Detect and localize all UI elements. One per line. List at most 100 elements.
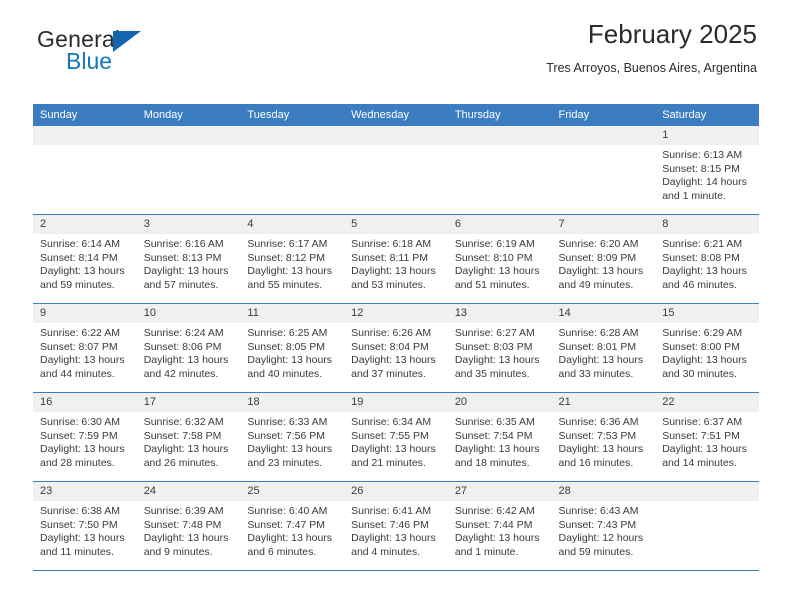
calendar-day-cell[interactable]: 24 Sunrise: 6:39 AM Sunset: 7:48 PM Dayligh… <box>136 481 241 571</box>
calendar-day-cell-empty <box>33 126 137 215</box>
calendar-day-cell[interactable]: 22 Sunrise: 6:37 AM Sunset: 7:51 PM Dayligh… <box>655 392 759 482</box>
calendar-day-cell[interactable]: 21 Sunrise: 6:36 AM Sunset: 7:53 PM Dayligh… <box>551 392 656 482</box>
daylight-text-line1: Daylight: 13 hours <box>143 354 229 367</box>
daylight-text-line1: Daylight: 13 hours <box>454 354 540 367</box>
day-cell-inner <box>240 126 345 214</box>
calendar-day-cell[interactable]: 23 Sunrise: 6:38 AM Sunset: 7:50 PM Dayligh… <box>33 481 137 571</box>
calendar-day-cell[interactable]: 16 Sunrise: 6:30 AM Sunset: 7:59 PM Dayligh… <box>33 392 137 482</box>
sunrise-text: Sunrise: 6:13 AM <box>662 149 743 161</box>
calendar-day-cell[interactable]: 1 Sunrise: 6:13 AM Sunset: 8:15 PM Daylight… <box>655 126 759 215</box>
day-cell-inner: 5 Sunrise: 6:18 AM Sunset: 8:11 PM Daylight… <box>344 215 448 303</box>
calendar-day-cell[interactable]: 27 Sunrise: 6:42 AM Sunset: 7:44 PM Dayligh… <box>447 481 552 571</box>
weekday-header-monday: Monday <box>136 104 241 126</box>
calendar-day-cell[interactable]: 10 Sunrise: 6:24 AM Sunset: 8:06 PM Dayligh… <box>136 303 241 393</box>
calendar-day-cell[interactable]: 9 Sunrise: 6:22 AM Sunset: 8:07 PM Daylight… <box>33 303 137 393</box>
day-number: 7 <box>551 215 656 234</box>
day-number: 24 <box>136 482 241 501</box>
sunrise-text: Sunrise: 6:42 AM <box>454 505 535 517</box>
day-details: Sunrise: 6:43 AM Sunset: 7:43 PM Daylight:… <box>552 501 656 559</box>
calendar-day-cell[interactable]: 7 Sunrise: 6:20 AM Sunset: 8:09 PM Daylight… <box>551 214 656 304</box>
calendar-day-cell[interactable]: 2 Sunrise: 6:14 AM Sunset: 8:14 PM Daylight… <box>33 214 137 304</box>
day-details: Sunrise: 6:37 AM Sunset: 7:51 PM Daylight:… <box>655 412 759 470</box>
day-cell-inner: 12 Sunrise: 6:26 AM Sunset: 8:04 PM Dayligh… <box>344 304 448 392</box>
calendar-day-cell[interactable]: 12 Sunrise: 6:26 AM Sunset: 8:04 PM Dayligh… <box>344 303 448 393</box>
day-cell-inner <box>447 126 552 214</box>
sunrise-text: Sunrise: 6:43 AM <box>558 505 639 517</box>
sunrise-text: Sunrise: 6:29 AM <box>662 327 743 339</box>
sunrise-text: Sunrise: 6:17 AM <box>247 238 328 250</box>
sunrise-text: Sunrise: 6:16 AM <box>143 238 224 250</box>
sunset-text: Sunset: 7:44 PM <box>454 518 533 531</box>
calendar-day-cell[interactable]: 26 Sunrise: 6:41 AM Sunset: 7:46 PM Dayligh… <box>344 481 448 571</box>
daylight-text-line2: and 4 minutes. <box>351 545 420 558</box>
calendar-day-cell[interactable]: 14 Sunrise: 6:28 AM Sunset: 8:01 PM Dayligh… <box>551 303 656 393</box>
daylight-text-line2: and 42 minutes. <box>143 367 219 380</box>
sunset-text: Sunset: 7:58 PM <box>143 429 222 442</box>
calendar-day-cell[interactable]: 28 Sunrise: 6:43 AM Sunset: 7:43 PM Dayligh… <box>551 481 656 571</box>
calendar-day-cell[interactable]: 5 Sunrise: 6:18 AM Sunset: 8:11 PM Daylight… <box>344 214 448 304</box>
daylight-text-line1: Daylight: 13 hours <box>143 443 229 456</box>
day-details: Sunrise: 6:29 AM Sunset: 8:00 PM Daylight:… <box>655 323 759 381</box>
calendar-day-cell[interactable]: 4 Sunrise: 6:17 AM Sunset: 8:12 PM Daylight… <box>240 214 345 304</box>
day-cell-inner: 24 Sunrise: 6:39 AM Sunset: 7:48 PM Dayligh… <box>136 482 241 570</box>
day-number: 25 <box>240 482 345 501</box>
sunset-text: Sunset: 8:11 PM <box>351 251 428 264</box>
sunrise-text: Sunrise: 6:36 AM <box>558 416 639 428</box>
daylight-text-line1: Daylight: 13 hours <box>662 443 747 456</box>
day-details: Sunrise: 6:40 AM Sunset: 7:47 PM Daylight:… <box>240 501 344 559</box>
daylight-text-line1: Daylight: 13 hours <box>454 443 540 456</box>
day-details: Sunrise: 6:26 AM Sunset: 8:04 PM Daylight:… <box>344 323 448 381</box>
daylight-text-line1: Daylight: 13 hours <box>143 265 229 278</box>
daylight-text-line2: and 9 minutes. <box>143 545 213 558</box>
day-details: Sunrise: 6:27 AM Sunset: 8:03 PM Daylight:… <box>448 323 552 381</box>
calendar-day-cell-empty <box>240 126 345 215</box>
calendar-day-cell[interactable]: 25 Sunrise: 6:40 AM Sunset: 7:47 PM Dayligh… <box>240 481 345 571</box>
daylight-text-line2: and 26 minutes. <box>143 456 219 469</box>
day-details: Sunrise: 6:19 AM Sunset: 8:10 PM Daylight:… <box>448 234 552 292</box>
day-number: 8 <box>655 215 759 234</box>
daylight-text-line2: and 49 minutes. <box>558 278 634 291</box>
daylight-text-line2: and 33 minutes. <box>558 367 634 380</box>
weekday-header-wednesday: Wednesday <box>344 104 448 126</box>
sunrise-text: Sunrise: 6:28 AM <box>558 327 639 339</box>
day-details: Sunrise: 6:21 AM Sunset: 8:08 PM Daylight:… <box>655 234 759 292</box>
calendar-day-cell[interactable]: 19 Sunrise: 6:34 AM Sunset: 7:55 PM Dayligh… <box>344 392 448 482</box>
calendar-day-cell[interactable]: 20 Sunrise: 6:35 AM Sunset: 7:54 PM Dayligh… <box>447 392 552 482</box>
day-number: 15 <box>655 304 759 323</box>
calendar-day-cell[interactable]: 11 Sunrise: 6:25 AM Sunset: 8:05 PM Dayligh… <box>240 303 345 393</box>
daylight-text-line1: Daylight: 13 hours <box>247 354 333 367</box>
sunrise-text: Sunrise: 6:25 AM <box>247 327 328 339</box>
day-number <box>447 126 552 145</box>
day-details: Sunrise: 6:13 AM Sunset: 8:15 PM Daylight:… <box>655 145 759 203</box>
day-details: Sunrise: 6:28 AM Sunset: 8:01 PM Daylight:… <box>552 323 656 381</box>
calendar-page: General Blue February 2025 Tres Arroyos,… <box>0 0 792 612</box>
weekday-header-friday: Friday <box>551 104 656 126</box>
calendar-day-cell[interactable]: 13 Sunrise: 6:27 AM Sunset: 8:03 PM Dayligh… <box>447 303 552 393</box>
day-cell-inner: 8 Sunrise: 6:21 AM Sunset: 8:08 PM Daylight… <box>655 215 759 303</box>
day-number: 10 <box>136 304 241 323</box>
weekday-header-thursday: Thursday <box>447 104 552 126</box>
day-number <box>136 126 241 145</box>
sunrise-text: Sunrise: 6:33 AM <box>247 416 328 428</box>
calendar-day-cell[interactable]: 3 Sunrise: 6:16 AM Sunset: 8:13 PM Daylight… <box>136 214 241 304</box>
brand-logo[interactable]: General Blue <box>37 27 267 81</box>
sunrise-text: Sunrise: 6:24 AM <box>143 327 224 339</box>
day-cell-inner: 14 Sunrise: 6:28 AM Sunset: 8:01 PM Dayligh… <box>551 304 656 392</box>
day-details: Sunrise: 6:36 AM Sunset: 7:53 PM Daylight:… <box>552 412 656 470</box>
sunrise-text: Sunrise: 6:19 AM <box>454 238 535 250</box>
sunset-text: Sunset: 7:51 PM <box>662 429 740 442</box>
daylight-text-line1: Daylight: 14 hours <box>662 176 747 189</box>
calendar-day-cell[interactable]: 6 Sunrise: 6:19 AM Sunset: 8:10 PM Daylight… <box>447 214 552 304</box>
sunset-text: Sunset: 8:13 PM <box>143 251 222 264</box>
calendar-day-cell[interactable]: 18 Sunrise: 6:33 AM Sunset: 7:56 PM Dayligh… <box>240 392 345 482</box>
calendar-day-cell[interactable]: 8 Sunrise: 6:21 AM Sunset: 8:08 PM Daylight… <box>655 214 759 304</box>
calendar-day-cell[interactable]: 17 Sunrise: 6:32 AM Sunset: 7:58 PM Dayligh… <box>136 392 241 482</box>
daylight-text-line2: and 1 minute. <box>454 545 519 558</box>
daylight-text-line1: Daylight: 13 hours <box>351 354 436 367</box>
day-details: Sunrise: 6:38 AM Sunset: 7:50 PM Daylight:… <box>33 501 137 559</box>
day-details: Sunrise: 6:22 AM Sunset: 8:07 PM Daylight:… <box>33 323 137 381</box>
daylight-text-line1: Daylight: 12 hours <box>558 532 644 545</box>
calendar-day-cell[interactable]: 15 Sunrise: 6:29 AM Sunset: 8:00 PM Dayligh… <box>655 303 759 393</box>
calendar-week-row: 2 Sunrise: 6:14 AM Sunset: 8:14 PM Daylight… <box>33 214 759 304</box>
day-details: Sunrise: 6:18 AM Sunset: 8:11 PM Daylight:… <box>344 234 448 292</box>
